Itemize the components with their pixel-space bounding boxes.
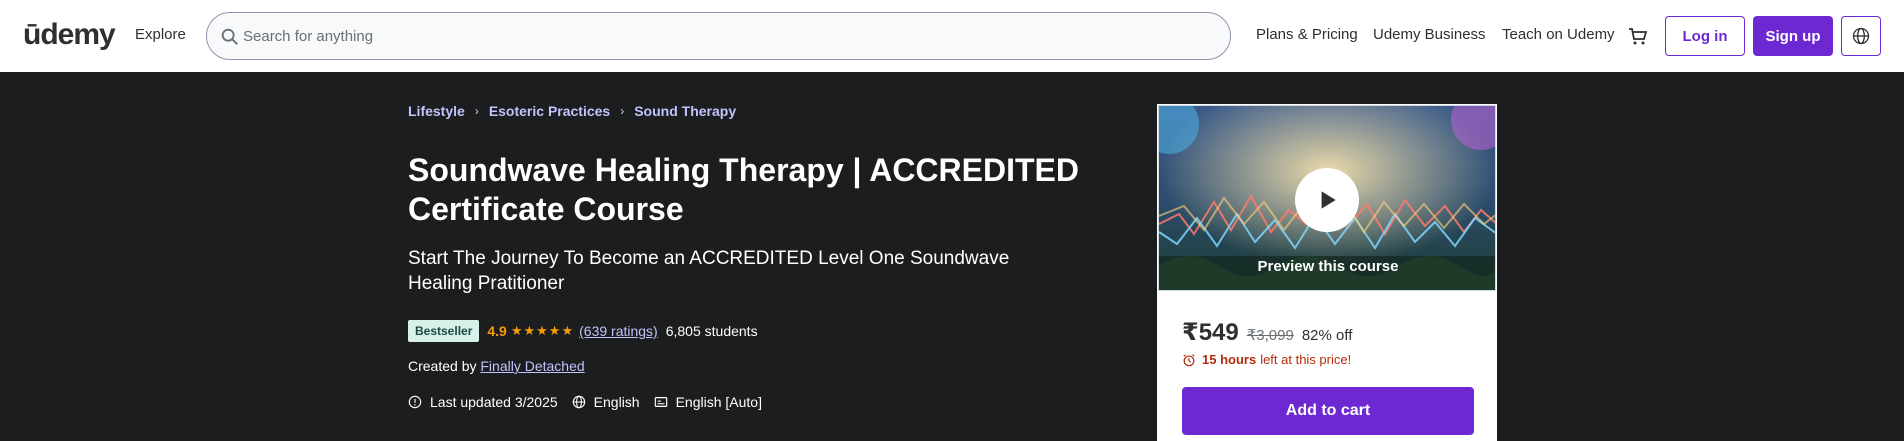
preview-label: Preview this course xyxy=(1257,258,1399,275)
created-by-label: Created by xyxy=(408,358,477,374)
globe-icon xyxy=(572,395,585,409)
captions: English [Auto] xyxy=(654,394,762,410)
price-timer: 15 hours left at this price! xyxy=(1182,352,1351,367)
alarm-clock-icon xyxy=(1183,353,1195,366)
explore-link[interactable]: Explore xyxy=(135,26,186,43)
play-button[interactable] xyxy=(1295,168,1359,232)
rating-value: 4.9 xyxy=(487,323,507,339)
star-rating-icon: ★★★★★ xyxy=(510,323,575,338)
nav-teach-on-udemy[interactable]: Teach on Udemy xyxy=(1502,26,1615,43)
language: English xyxy=(572,394,640,410)
discount-percent: 82% off xyxy=(1301,327,1353,344)
purchase-card: Preview this course ₹549 ₹3,099 82% off … xyxy=(1157,104,1497,441)
students-count: 6,805 students xyxy=(665,323,758,339)
bestseller-badge: Bestseller xyxy=(408,320,480,342)
last-updated: Last updated 3/2025 xyxy=(408,394,558,410)
breadcrumb-lifestyle[interactable]: Lifestyle xyxy=(408,103,465,119)
last-updated-text: Last updated 3/2025 xyxy=(430,394,558,410)
closed-caption-icon xyxy=(654,397,667,407)
chevron-right-icon: › xyxy=(474,104,479,118)
price-row: ₹549 ₹3,099 82% off xyxy=(1182,318,1352,347)
timer-hours: 15 hours xyxy=(1202,352,1257,367)
ratings-count-link[interactable]: (639 ratings) xyxy=(579,323,658,339)
play-icon xyxy=(1321,191,1336,209)
course-meta: Last updated 3/2025 English English [Aut… xyxy=(408,394,776,410)
author-link[interactable]: Finally Detached xyxy=(480,358,584,374)
cart-icon[interactable] xyxy=(1626,24,1650,48)
course-subtitle: Start The Journey To Become an ACCREDITE… xyxy=(408,248,1010,294)
search-icon[interactable] xyxy=(219,26,241,48)
nav-udemy-business[interactable]: Udemy Business xyxy=(1373,26,1486,43)
top-navigation-bar: ūdemy Explore Plans & Pricing Udemy Busi… xyxy=(0,0,1904,72)
search-bar[interactable] xyxy=(206,12,1231,60)
timer-text: left at this price! xyxy=(1260,352,1352,367)
nav-plans-pricing[interactable]: Plans & Pricing xyxy=(1256,26,1358,43)
breadcrumb-sound-therapy[interactable]: Sound Therapy xyxy=(634,103,736,119)
breadcrumb-esoteric-practices[interactable]: Esoteric Practices xyxy=(489,103,610,119)
alert-badge-icon xyxy=(408,395,422,409)
current-price: ₹549 xyxy=(1182,319,1239,346)
search-input[interactable] xyxy=(243,13,1203,59)
original-price: ₹3,099 xyxy=(1246,327,1294,344)
signup-button[interactable]: Sign up xyxy=(1753,16,1833,56)
language-button[interactable] xyxy=(1841,16,1881,56)
course-title: Soundwave Healing Therapy | ACCREDITED C… xyxy=(408,152,1079,227)
udemy-logo[interactable]: ūdemy xyxy=(23,18,116,52)
login-button[interactable]: Log in xyxy=(1665,16,1745,56)
course-preview-video[interactable]: Preview this course xyxy=(1158,105,1496,291)
created-by: Created by Finally Detached xyxy=(408,358,585,374)
language-text: English xyxy=(593,394,640,410)
rating-row: Bestseller 4.9 ★★★★★ (639 ratings) 6,805… xyxy=(408,320,758,342)
add-to-cart-button[interactable]: Add to cart xyxy=(1182,387,1474,435)
globe-icon xyxy=(1852,27,1870,45)
breadcrumb: Lifestyle › Esoteric Practices › Sound T… xyxy=(408,103,736,119)
captions-text: English [Auto] xyxy=(675,394,762,410)
chevron-right-icon: › xyxy=(620,104,625,118)
